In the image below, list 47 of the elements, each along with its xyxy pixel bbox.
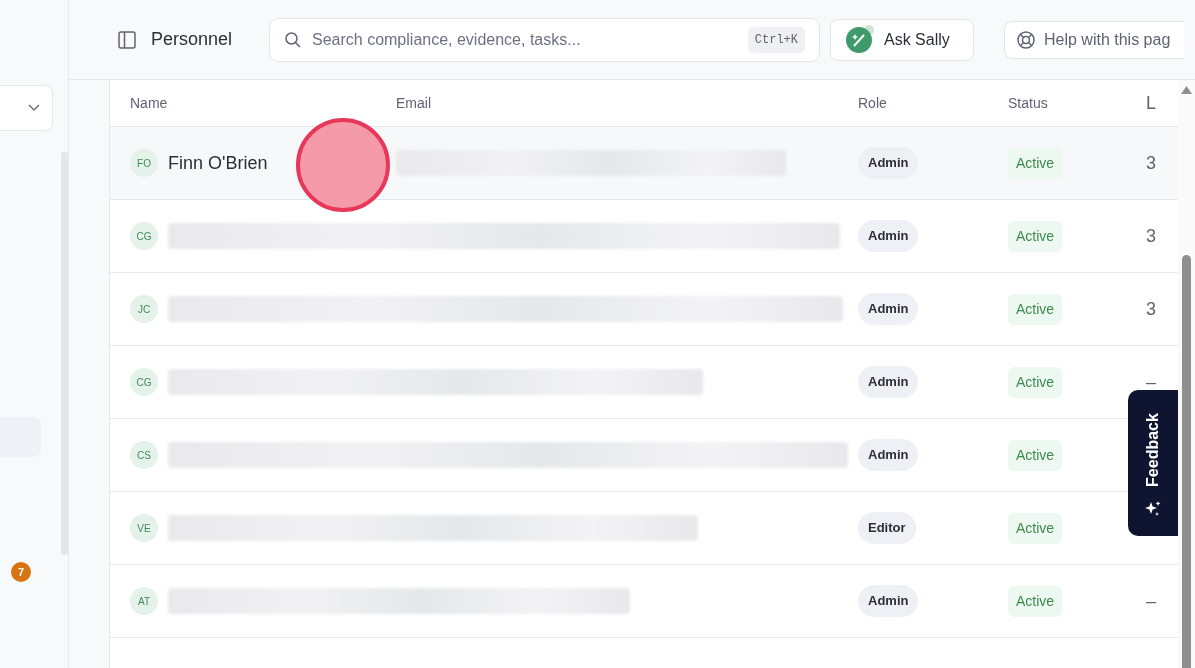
role-badge: Admin — [858, 147, 919, 179]
avatar: FO — [130, 149, 158, 177]
scroll-up-icon[interactable] — [1181, 86, 1192, 94]
role-badge: Admin — [858, 439, 919, 471]
avatar: AT — [130, 587, 158, 615]
table-cell: – — [1146, 590, 1156, 611]
person-name: Finn O'Brien — [168, 151, 268, 175]
lifebuoy-icon — [1016, 29, 1036, 50]
table-cell: – — [1146, 371, 1156, 392]
table-cell: 3 — [1146, 225, 1156, 246]
avatar: CG — [130, 222, 158, 250]
status-badge: Active — [1008, 512, 1063, 544]
avatar: CG — [130, 368, 158, 396]
feedback-tab[interactable]: Feedback — [1128, 390, 1178, 536]
status-badge: Active — [1008, 293, 1063, 325]
status-badge: Active — [1008, 220, 1063, 252]
search-input[interactable]: Search compliance, evidence, tasks... — [310, 26, 740, 53]
avatar: JC — [130, 295, 158, 323]
count-badge: 7 — [11, 562, 31, 582]
magic-wand-icon — [845, 24, 875, 55]
avatar: VE — [130, 514, 158, 542]
avatar: CS — [130, 441, 158, 469]
column-header: Email — [396, 94, 431, 111]
chevron-down-icon — [28, 104, 40, 112]
column-header: L — [1146, 92, 1156, 113]
sparkle-icon — [1144, 500, 1162, 518]
table-cell: 3 — [1146, 152, 1156, 173]
table-cell: 3 — [1146, 298, 1156, 319]
role-badge: Admin — [858, 293, 919, 325]
search-icon — [284, 30, 302, 49]
help-button[interactable]: Help with this pag — [1004, 20, 1184, 59]
shortcut-hint: Ctrl+K — [747, 26, 805, 53]
ask-assistant-button[interactable]: Ask Sally — [830, 18, 974, 61]
column-header: Name — [130, 93, 168, 113]
sidebar-toggle-icon[interactable] — [117, 29, 137, 50]
role-badge: Admin — [858, 585, 919, 617]
status-badge: Active — [1008, 585, 1063, 617]
page-title: Personnel — [151, 29, 233, 49]
search-field[interactable]: Search compliance, evidence, tasks... Ctrl+K — [269, 17, 820, 62]
role-badge: Admin — [858, 220, 919, 252]
status-badge: Active — [1008, 366, 1063, 398]
column-header: Role — [858, 94, 887, 111]
role-badge: Admin — [858, 366, 919, 398]
status-badge: Active — [1008, 439, 1063, 471]
role-badge: Editor — [858, 512, 916, 544]
status-badge: Active — [1008, 147, 1063, 179]
column-header: Status — [1008, 94, 1048, 111]
